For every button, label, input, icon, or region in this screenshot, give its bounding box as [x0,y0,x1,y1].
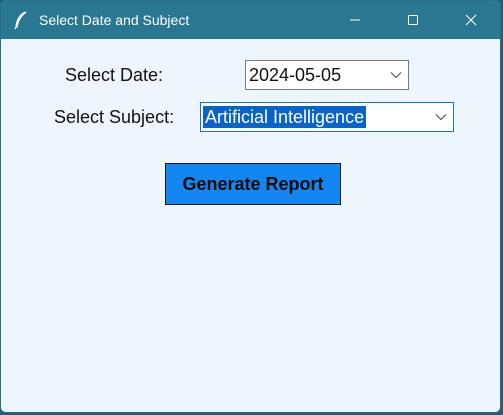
date-dropdown[interactable]: 2024-05-05 [245,60,409,90]
date-label: Select Date: [65,65,164,85]
close-button[interactable] [442,1,500,39]
caption-buttons [326,1,500,39]
chevron-down-icon [435,114,447,121]
subject-dropdown[interactable]: Artificial Intelligence [200,102,454,132]
app-window: Select Date and Subject Select Date: 202… [0,0,501,413]
minimize-button[interactable] [326,1,384,39]
maximize-button[interactable] [384,1,442,39]
window-title: Select Date and Subject [39,12,190,28]
date-value: 2024-05-05 [249,64,342,85]
feather-icon [11,10,31,30]
maximize-icon [408,15,418,25]
chevron-down-icon [390,72,402,79]
title-bar[interactable]: Select Date and Subject [1,1,500,39]
close-icon [465,14,477,26]
minimize-icon [350,19,360,21]
subject-label: Select Subject: [54,107,175,127]
generate-report-button[interactable]: Generate Report [165,163,341,205]
subject-value: Artificial Intelligence [203,106,367,128]
form-area: Select Date: 2024-05-05 Select Subject: … [1,39,500,412]
